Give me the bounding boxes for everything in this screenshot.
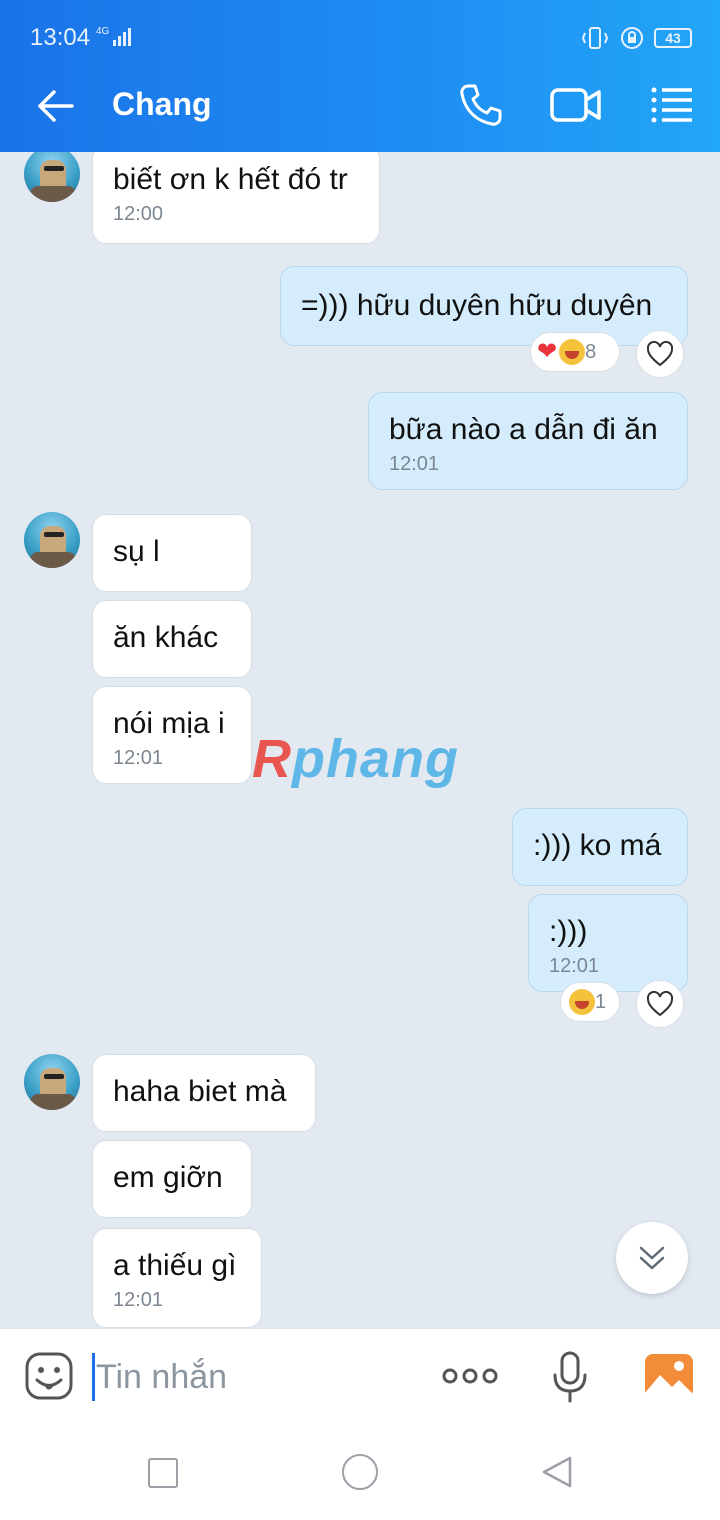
message-time: 12:01 (389, 453, 440, 475)
home-button[interactable] (342, 1454, 378, 1490)
network-type: 4G (96, 26, 110, 37)
heart-react-button[interactable] (636, 330, 684, 378)
laugh-emoji-icon (569, 989, 595, 1015)
message-time: 12:01 (113, 1289, 164, 1311)
incoming-message[interactable]: nói mịa i 12:01 (92, 686, 252, 784)
message-text: bữa nào a dẫn đi ăn (389, 413, 658, 446)
reaction-count: 8 (585, 340, 597, 363)
vibrate-icon (581, 27, 609, 49)
more-options-icon[interactable] (440, 1361, 500, 1391)
outgoing-message[interactable]: =))) hữu duyên hữu duyên (280, 266, 688, 346)
status-icons: 43 (580, 26, 692, 50)
reaction-summary[interactable]: ❤ 8 (530, 332, 620, 372)
outgoing-message[interactable]: bữa nào a dẫn đi ăn 12:01 (368, 392, 688, 490)
contact-avatar[interactable] (24, 1054, 80, 1110)
message-text: em giỡn (113, 1161, 223, 1194)
outgoing-message[interactable]: :))) ko má (512, 808, 688, 886)
message-time: 12:01 (549, 955, 600, 977)
image-gallery-icon[interactable] (644, 1353, 694, 1399)
contact-avatar[interactable] (24, 512, 80, 568)
incoming-message[interactable]: em giỡn (92, 1140, 252, 1218)
message-text: ăn khác (113, 621, 219, 654)
microphone-icon[interactable] (552, 1351, 588, 1403)
reaction-summary[interactable]: 1 (560, 982, 620, 1022)
heart-react-button[interactable] (636, 980, 684, 1028)
signal-icon (113, 28, 131, 46)
message-text: sụ l (113, 535, 160, 568)
heart-outline-icon (646, 991, 674, 1017)
outgoing-message[interactable]: :))) 12:01 (528, 894, 688, 992)
reaction-count: 1 (595, 990, 607, 1013)
message-time: 12:01 (113, 747, 164, 769)
recent-apps-button[interactable] (148, 1458, 178, 1488)
heart-emoji-icon: ❤ (537, 338, 558, 365)
status-bar: 13:04 4G 43 (0, 0, 720, 56)
rotation-lock-icon (621, 27, 643, 49)
message-text: haha biet mà (113, 1075, 287, 1108)
video-call-icon[interactable] (550, 84, 602, 126)
menu-list-icon[interactable] (650, 84, 694, 126)
incoming-message[interactable]: a thiếu gì 12:01 (92, 1228, 262, 1328)
system-navigation-bar (0, 1424, 720, 1520)
message-text: a thiếu gì (113, 1249, 237, 1282)
double-chevron-down-icon (639, 1246, 665, 1270)
text-caret (92, 1353, 95, 1401)
incoming-message[interactable]: haha biet mà (92, 1054, 316, 1132)
sticker-emoji-icon[interactable] (24, 1351, 74, 1401)
incoming-message[interactable]: sụ l (92, 514, 252, 592)
message-input[interactable] (96, 1349, 416, 1405)
incoming-message[interactable]: ăn khác (92, 600, 252, 678)
back-arrow-icon[interactable] (34, 84, 78, 128)
battery-icon: 43 (654, 28, 692, 48)
message-text: :))) ko má (533, 829, 662, 862)
contact-name[interactable]: Chang (112, 86, 212, 123)
chat-header: Chang (0, 56, 720, 152)
nav-back-icon[interactable] (538, 1454, 574, 1490)
heart-outline-icon (646, 341, 674, 367)
incoming-message[interactable]: biết ơn k hết đó tr 12:00 (92, 152, 380, 244)
message-composer (0, 1328, 720, 1424)
watermark-logo: Rphang (252, 729, 459, 789)
status-time: 13:04 (30, 24, 91, 51)
contact-avatar[interactable] (24, 152, 80, 202)
scroll-to-bottom-button[interactable] (616, 1222, 688, 1294)
message-time: 12:00 (113, 203, 164, 225)
message-text: nói mịa i (113, 707, 225, 740)
message-text: =))) hữu duyên hữu duyên (301, 289, 653, 322)
laugh-emoji-icon (559, 339, 586, 365)
message-text: biết ơn k hết đó tr (113, 163, 348, 196)
message-text: :))) (549, 915, 588, 948)
phone-call-icon[interactable] (458, 82, 504, 128)
